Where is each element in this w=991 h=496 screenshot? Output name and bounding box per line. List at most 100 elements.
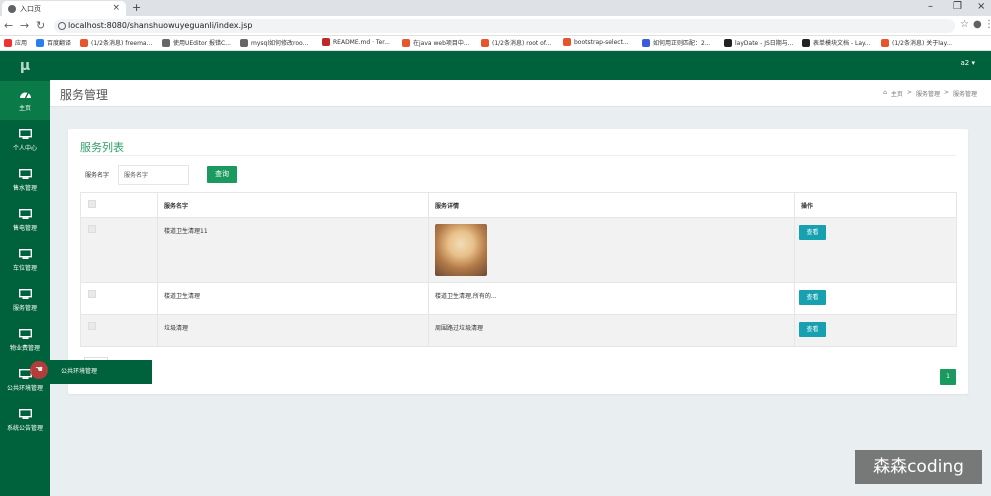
sidebar: μ 主页 个人中心 售水管理 售电管理 车位管理 服务管理 物业费管理 公共环境管理 系统公告管… <box>0 51 50 496</box>
dashboard-icon <box>19 92 31 99</box>
top-navbar: a2 ▾ <box>50 51 991 80</box>
row-checkbox[interactable] <box>88 290 96 298</box>
breadcrumb-current: 服务管理 <box>952 91 977 98</box>
sidebar-item-4[interactable]: 车位管理 <box>0 241 50 281</box>
bookmarks-bar: 应用 百度翻译 (1/2条消息) freema... 使用UEditor 报错C...… <box>0 36 991 51</box>
bookmark-label: 表单模块文档 - Lay... <box>813 40 871 47</box>
breadcrumb-home[interactable]: 主页 <box>891 89 903 98</box>
monitor-icon <box>18 329 32 339</box>
bookmark-item[interactable]: README.md · Ter... <box>322 38 390 46</box>
bookmark-item[interactable]: (1/2条消息) 关于lay... <box>881 38 952 47</box>
bookmark-label: 使用UEditor 报错C... <box>173 40 231 47</box>
table-row: 垃圾清理 周围路过垃圾清理 查看 <box>80 315 957 347</box>
bookmark-label: bootstrap-select... <box>574 38 629 46</box>
bookmark-icon <box>322 38 330 46</box>
view-button[interactable]: 查看 <box>799 225 826 240</box>
header-detail: 服务详情 <box>428 193 794 217</box>
page-header: 服务管理 ⌂ 主页 > 服务管理 > 服务管理 <box>50 80 991 107</box>
sidebar-item-5[interactable]: 服务管理 <box>0 281 50 321</box>
monitor-icon <box>18 169 32 179</box>
star-icon[interactable]: ☆ <box>960 19 969 30</box>
card-title: 服务列表 <box>80 141 124 154</box>
row-action: 查看 <box>794 218 958 282</box>
sidebar-item-0[interactable]: 主页 <box>0 81 50 121</box>
row-checkbox[interactable] <box>88 322 96 330</box>
pointer-cursor: ☚ <box>30 361 48 379</box>
hand-cursor-icon: ☚ <box>35 365 44 375</box>
app-logo: μ <box>19 58 31 74</box>
address-bar-row: ← → ↻ localhost:8080/shanshuowuyeguanli/… <box>0 16 991 36</box>
row-detail <box>428 218 794 282</box>
bookmark-icon <box>481 38 489 47</box>
sidebar-item-1[interactable]: 个人中心 <box>0 121 50 161</box>
view-button[interactable]: 查看 <box>799 290 826 305</box>
close-tab-icon[interactable]: × <box>112 3 120 13</box>
bookmark-icon <box>724 38 732 47</box>
sidebar-item-label: 售电管理 <box>12 225 37 232</box>
row-detail: 楼道卫生清理,所有的... <box>428 283 794 314</box>
search-button[interactable]: 查询 <box>207 166 237 183</box>
bookmark-item[interactable]: 表单模块文档 - Lay... <box>802 38 870 47</box>
back-icon[interactable]: ← <box>4 19 13 32</box>
menu-icon[interactable]: ⋮ <box>984 19 991 30</box>
new-tab-button[interactable]: + <box>132 1 141 14</box>
bookmark-item[interactable]: 如何用正则匹配：2... <box>642 38 711 47</box>
bookmark-label: (1/2条消息) root of... <box>492 40 552 47</box>
bookmark-item[interactable]: 在java web项目中... <box>402 38 470 47</box>
bookmark-icon <box>80 38 88 47</box>
submenu-flyout[interactable]: 公共环境管理 <box>50 360 152 384</box>
url-text: localhost:8080/shanshuowuyeguanli/index.… <box>68 21 253 30</box>
sidebar-item-label: 系统公告管理 <box>6 425 43 432</box>
info-icon[interactable] <box>58 22 66 30</box>
sidebar-item-label: 服务管理 <box>12 305 37 312</box>
reload-icon[interactable]: ↻ <box>36 19 45 32</box>
bookmark-item[interactable]: (1/2条消息) root of... <box>481 38 551 47</box>
sidebar-item-8[interactable]: 系统公告管理 <box>0 401 50 441</box>
bookmark-icon <box>402 38 410 47</box>
table-row: 楼道卫生清理11 查看 <box>80 218 957 283</box>
bookmark-label: 在java web项目中... <box>413 40 470 47</box>
close-window-button[interactable]: × <box>977 1 985 12</box>
breadcrumb-parent[interactable]: 服务管理 <box>916 89 940 98</box>
service-image <box>435 224 487 276</box>
bookmark-item[interactable]: 百度翻译 <box>36 38 71 47</box>
restore-button[interactable]: ❐ <box>953 1 962 12</box>
bookmark-item[interactable]: layDate - JS日期与... <box>724 38 794 47</box>
table-header-row: 服务名字 服务详情 操作 <box>80 192 957 218</box>
view-button[interactable]: 查看 <box>799 322 826 337</box>
browser-tab[interactable]: 入口页 × <box>2 1 126 16</box>
row-action: 查看 <box>794 283 958 314</box>
forward-icon[interactable]: → <box>20 19 29 32</box>
watermark: 森森coding <box>855 450 982 484</box>
page-title: 服务管理 <box>60 88 109 102</box>
bookmark-icon <box>36 38 44 47</box>
table-row: 楼道卫生清理 楼道卫生清理,所有的... 查看 <box>80 283 957 315</box>
bookmark-item[interactable]: 应用 <box>4 38 27 47</box>
bookmark-label: (1/2条消息) freema... <box>91 40 153 47</box>
header-action: 操作 <box>794 193 958 217</box>
bookmark-icon <box>642 38 650 47</box>
tab-title: 入口页 <box>20 4 41 13</box>
divider <box>80 155 956 156</box>
url-bar[interactable]: localhost:8080/shanshuowuyeguanli/index.… <box>54 19 955 33</box>
service-list-card: 服务列表 服务名字 查询 服务名字 服务详情 操作 楼道卫生清理11 查看 楼道… <box>68 129 968 394</box>
bookmark-item[interactable]: bootstrap-select... <box>563 38 629 46</box>
search-label: 服务名字 <box>85 172 110 179</box>
search-input[interactable] <box>118 165 189 185</box>
sidebar-item-label: 车位管理 <box>12 265 37 272</box>
account-icon[interactable]: ● <box>973 19 982 30</box>
bookmark-item[interactable]: (1/2条消息) freema... <box>80 38 152 47</box>
bookmark-label: README.md · Ter... <box>333 38 390 46</box>
row-name: 楼道卫生清理 <box>157 283 428 314</box>
sidebar-item-6[interactable]: 物业费管理 <box>0 321 50 361</box>
bookmark-item[interactable]: 使用UEditor 报错C... <box>162 38 231 47</box>
select-all-checkbox[interactable] <box>88 200 96 208</box>
bookmark-label: layDate - JS日期与... <box>735 40 794 47</box>
row-checkbox[interactable] <box>88 225 96 233</box>
bookmark-item[interactable]: mysql如何修改roo... <box>240 38 308 47</box>
minimize-button[interactable]: – <box>928 1 933 12</box>
page-button-1[interactable]: 1 <box>940 369 956 385</box>
sidebar-item-3[interactable]: 售电管理 <box>0 201 50 241</box>
user-menu[interactable]: a2 ▾ <box>961 59 975 67</box>
sidebar-item-2[interactable]: 售水管理 <box>0 161 50 201</box>
